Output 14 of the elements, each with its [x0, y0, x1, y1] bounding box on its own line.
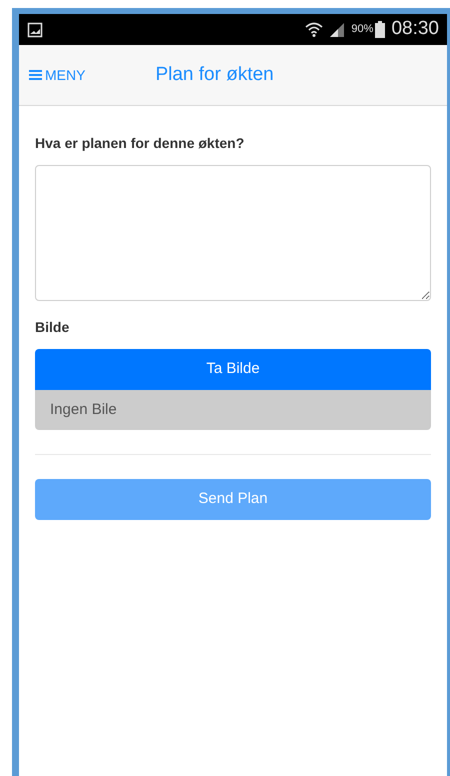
battery-percent: 90% — [351, 22, 374, 38]
plan-field[interactable] — [35, 165, 431, 301]
menu-button[interactable]: MENY — [29, 64, 86, 86]
image-icon — [27, 22, 43, 38]
signal-icon — [329, 22, 346, 38]
page-title: Plan for økten — [155, 62, 274, 87]
menu-icon — [29, 69, 42, 81]
image-label: Bilde — [35, 318, 70, 337]
battery-icon — [375, 21, 386, 38]
take-picture-button[interactable]: Ta Bilde — [35, 349, 431, 390]
image-status: Ingen Bile — [35, 390, 431, 430]
wifi-icon — [305, 22, 324, 38]
question-label: Hva er planen for denne økten? — [35, 134, 246, 153]
clock-time: 08:30 — [391, 17, 439, 42]
